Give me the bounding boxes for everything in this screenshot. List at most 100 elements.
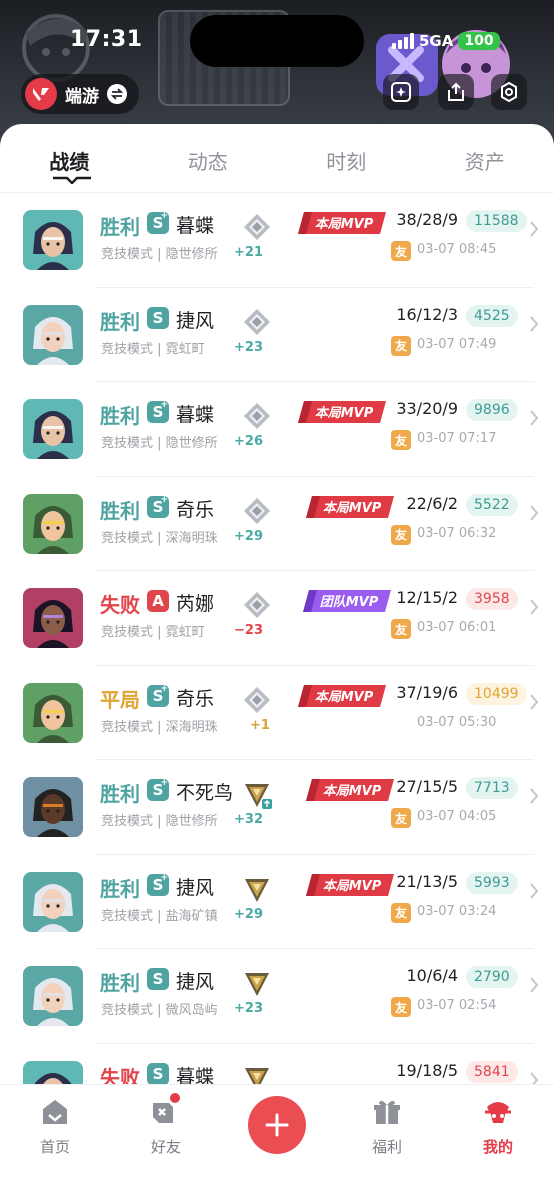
match-time: 03-07 07:17 — [417, 431, 497, 446]
kda-stats: 21/13/5 — [396, 871, 458, 891]
agent-avatar — [23, 588, 83, 648]
performance-grade: S + — [147, 211, 169, 234]
rank-gold-icon — [245, 784, 272, 809]
friends-notification-dot — [170, 1093, 180, 1103]
nav-home[interactable]: 首页 — [15, 1095, 95, 1157]
swap-icon — [107, 84, 127, 104]
grade-plus-mark: + — [160, 683, 168, 694]
dynamic-island — [190, 15, 364, 67]
kda-stats: 27/15/5 — [396, 777, 458, 796]
combat-score: 5522 — [466, 493, 518, 516]
match-row[interactable]: 胜利 S + 暮蝶 竞技模式 | 隐世修所 +21 本局MVP 38/28/9 11588 友… — [0, 193, 554, 288]
grade-plus-mark: + — [160, 872, 168, 883]
match-list: 胜利 S + 暮蝶 竞技模式 | 隐世修所 +21 本局MVP 38/28/9 11588 友… — [0, 193, 554, 1084]
settings-button[interactable] — [491, 74, 527, 110]
performance-grade: S + — [147, 400, 169, 423]
match-row[interactable]: 胜利 S + 奇乐 竞技模式 | 深海明珠 +29 本局MVP 22/6/2 5522 友 03… — [0, 477, 554, 571]
rank-silver-icon — [244, 214, 270, 240]
share-button[interactable] — [438, 74, 474, 110]
plus-icon — [265, 1113, 289, 1137]
match-row[interactable]: 胜利 S 捷风 竞技模式 | 霓虹町 +23 16/12/3 4525 友 03-07 07:… — [0, 288, 554, 382]
chevron-right-icon — [530, 788, 539, 804]
rank-rating-change: +29 — [234, 528, 263, 544]
kda-stats: 10/6/4 — [406, 966, 459, 985]
nav-profile[interactable]: 我的 — [458, 1095, 538, 1157]
match-row[interactable]: 胜利 S + 捷风 竞技模式 | 盐海矿镇 +29 本局MVP 21/13/5 5993 友 0… — [0, 855, 554, 949]
chevron-right-icon — [530, 315, 539, 332]
match-time: 03-07 03:24 — [417, 903, 497, 919]
performance-grade: S + — [147, 683, 169, 707]
agent-name: 捷风 — [176, 971, 215, 993]
map-name: 微风岛屿 — [165, 1003, 218, 1018]
match-mvp-badge: 本局MVP — [306, 495, 394, 518]
friend-party-badge: 友 — [391, 524, 411, 545]
match-result: 平局 — [100, 687, 140, 712]
rank-silver-icon — [244, 497, 270, 524]
match-time: 03-07 04:05 — [417, 809, 497, 824]
svg-text:本局MVP: 本局MVP — [323, 783, 382, 799]
match-row[interactable]: 平局 S + 奇乐 竞技模式 | 深海明珠 +1 本局MVP 37/19/6 10499 03… — [0, 666, 554, 760]
nav-benefits-label: 福利 — [371, 1138, 402, 1156]
rank-rating-change: +23 — [234, 339, 263, 355]
team-mvp-badge: 团队MVP — [303, 590, 391, 612]
svg-text:本局MVP: 本局MVP — [315, 405, 374, 421]
agent-name: 暮蝶 — [176, 215, 215, 237]
match-mode-map: 竞技模式 | 隐世修所 — [101, 814, 218, 829]
network-label: 5GA — [419, 32, 454, 50]
nav-benefits[interactable]: 福利 — [347, 1095, 427, 1157]
svg-text:本局MVP: 本局MVP — [315, 689, 374, 705]
match-result: 胜利 — [100, 215, 140, 239]
agent-avatar — [23, 682, 83, 743]
tab-moments[interactable]: 时刻 — [277, 124, 416, 192]
agent-name: 奇乐 — [176, 498, 215, 521]
friend-party-badge: 友 — [391, 335, 411, 356]
svg-text:本局MVP: 本局MVP — [323, 878, 382, 894]
match-result: 胜利 — [100, 309, 140, 334]
platform-switcher[interactable]: 端游 — [21, 74, 139, 114]
combat-score: 10499 — [466, 682, 527, 705]
combat-score: 7713 — [466, 777, 518, 799]
chevron-right-icon — [530, 221, 539, 237]
tab-assets[interactable]: 资产 — [416, 124, 554, 192]
home-icon — [43, 1100, 67, 1124]
profile-header: 17:31 5GA 100 端游 — [0, 0, 554, 140]
kda-stats: 19/18/5 — [396, 1060, 458, 1080]
friend-party-badge: 友 — [391, 241, 411, 261]
create-post-button[interactable] — [248, 1096, 306, 1154]
match-time: 03-07 02:54 — [417, 998, 497, 1013]
match-mode: 竞技模式 — [101, 908, 154, 924]
agent-avatar — [23, 1060, 83, 1084]
chevron-right-icon — [530, 410, 539, 426]
combat-score: 3958 — [466, 588, 518, 610]
match-row[interactable]: 胜利 S + 暮蝶 竞技模式 | 隐世修所 +26 本局MVP 33/20/9 9896 友 0… — [0, 382, 554, 477]
match-row[interactable]: 失败 A 芮娜 竞技模式 | 霓虹町 −23 团队MVP 12/15/2 3958 友 03-… — [0, 571, 554, 666]
match-mode-map: 竞技模式 | 隐世修所 — [101, 247, 218, 262]
spark-button[interactable] — [383, 74, 419, 110]
share-icon — [448, 82, 464, 101]
agent-name: 暮蝶 — [176, 1065, 215, 1085]
agent-avatar — [23, 966, 83, 1026]
match-row[interactable]: 胜利 S + 不死鸟 竞技模式 | 隐世修所 +32 本局MVP 27/15/5 7713 友… — [0, 760, 554, 855]
agent-name: 暮蝶 — [176, 404, 215, 426]
grade-plus-mark: + — [160, 211, 168, 221]
performance-grade: S + — [147, 495, 169, 518]
match-mode-map: 竞技模式 | 微风岛屿 — [101, 1003, 218, 1018]
nav-friends[interactable]: 好友 — [126, 1093, 206, 1157]
grade-letter: S — [152, 970, 164, 988]
valorant-logo-icon — [25, 78, 57, 110]
match-mode-map: 竞技模式 | 隐世修所 — [101, 436, 218, 451]
match-row[interactable]: 失败 S 暮蝶 19/18/5 5841 — [0, 1044, 554, 1085]
performance-grade: S — [147, 968, 169, 990]
match-result: 胜利 — [100, 971, 140, 995]
grade-letter: A — [152, 592, 164, 610]
match-row[interactable]: 胜利 S 捷风 竞技模式 | 微风岛屿 +23 10/6/4 2790 友 03-07 02:… — [0, 949, 554, 1044]
match-time: 03-07 08:45 — [417, 242, 497, 257]
agent-avatar — [23, 777, 83, 837]
agent-name: 奇乐 — [176, 687, 215, 710]
match-mode: 竞技模式 — [101, 341, 154, 357]
chevron-right-icon — [530, 882, 539, 899]
match-result: 胜利 — [100, 876, 140, 901]
tab-moments-feed[interactable]: 动态 — [139, 124, 278, 192]
tab-bar: 战绩 动态 时刻 资产 — [0, 124, 554, 192]
match-result: 失败 — [100, 1065, 140, 1085]
